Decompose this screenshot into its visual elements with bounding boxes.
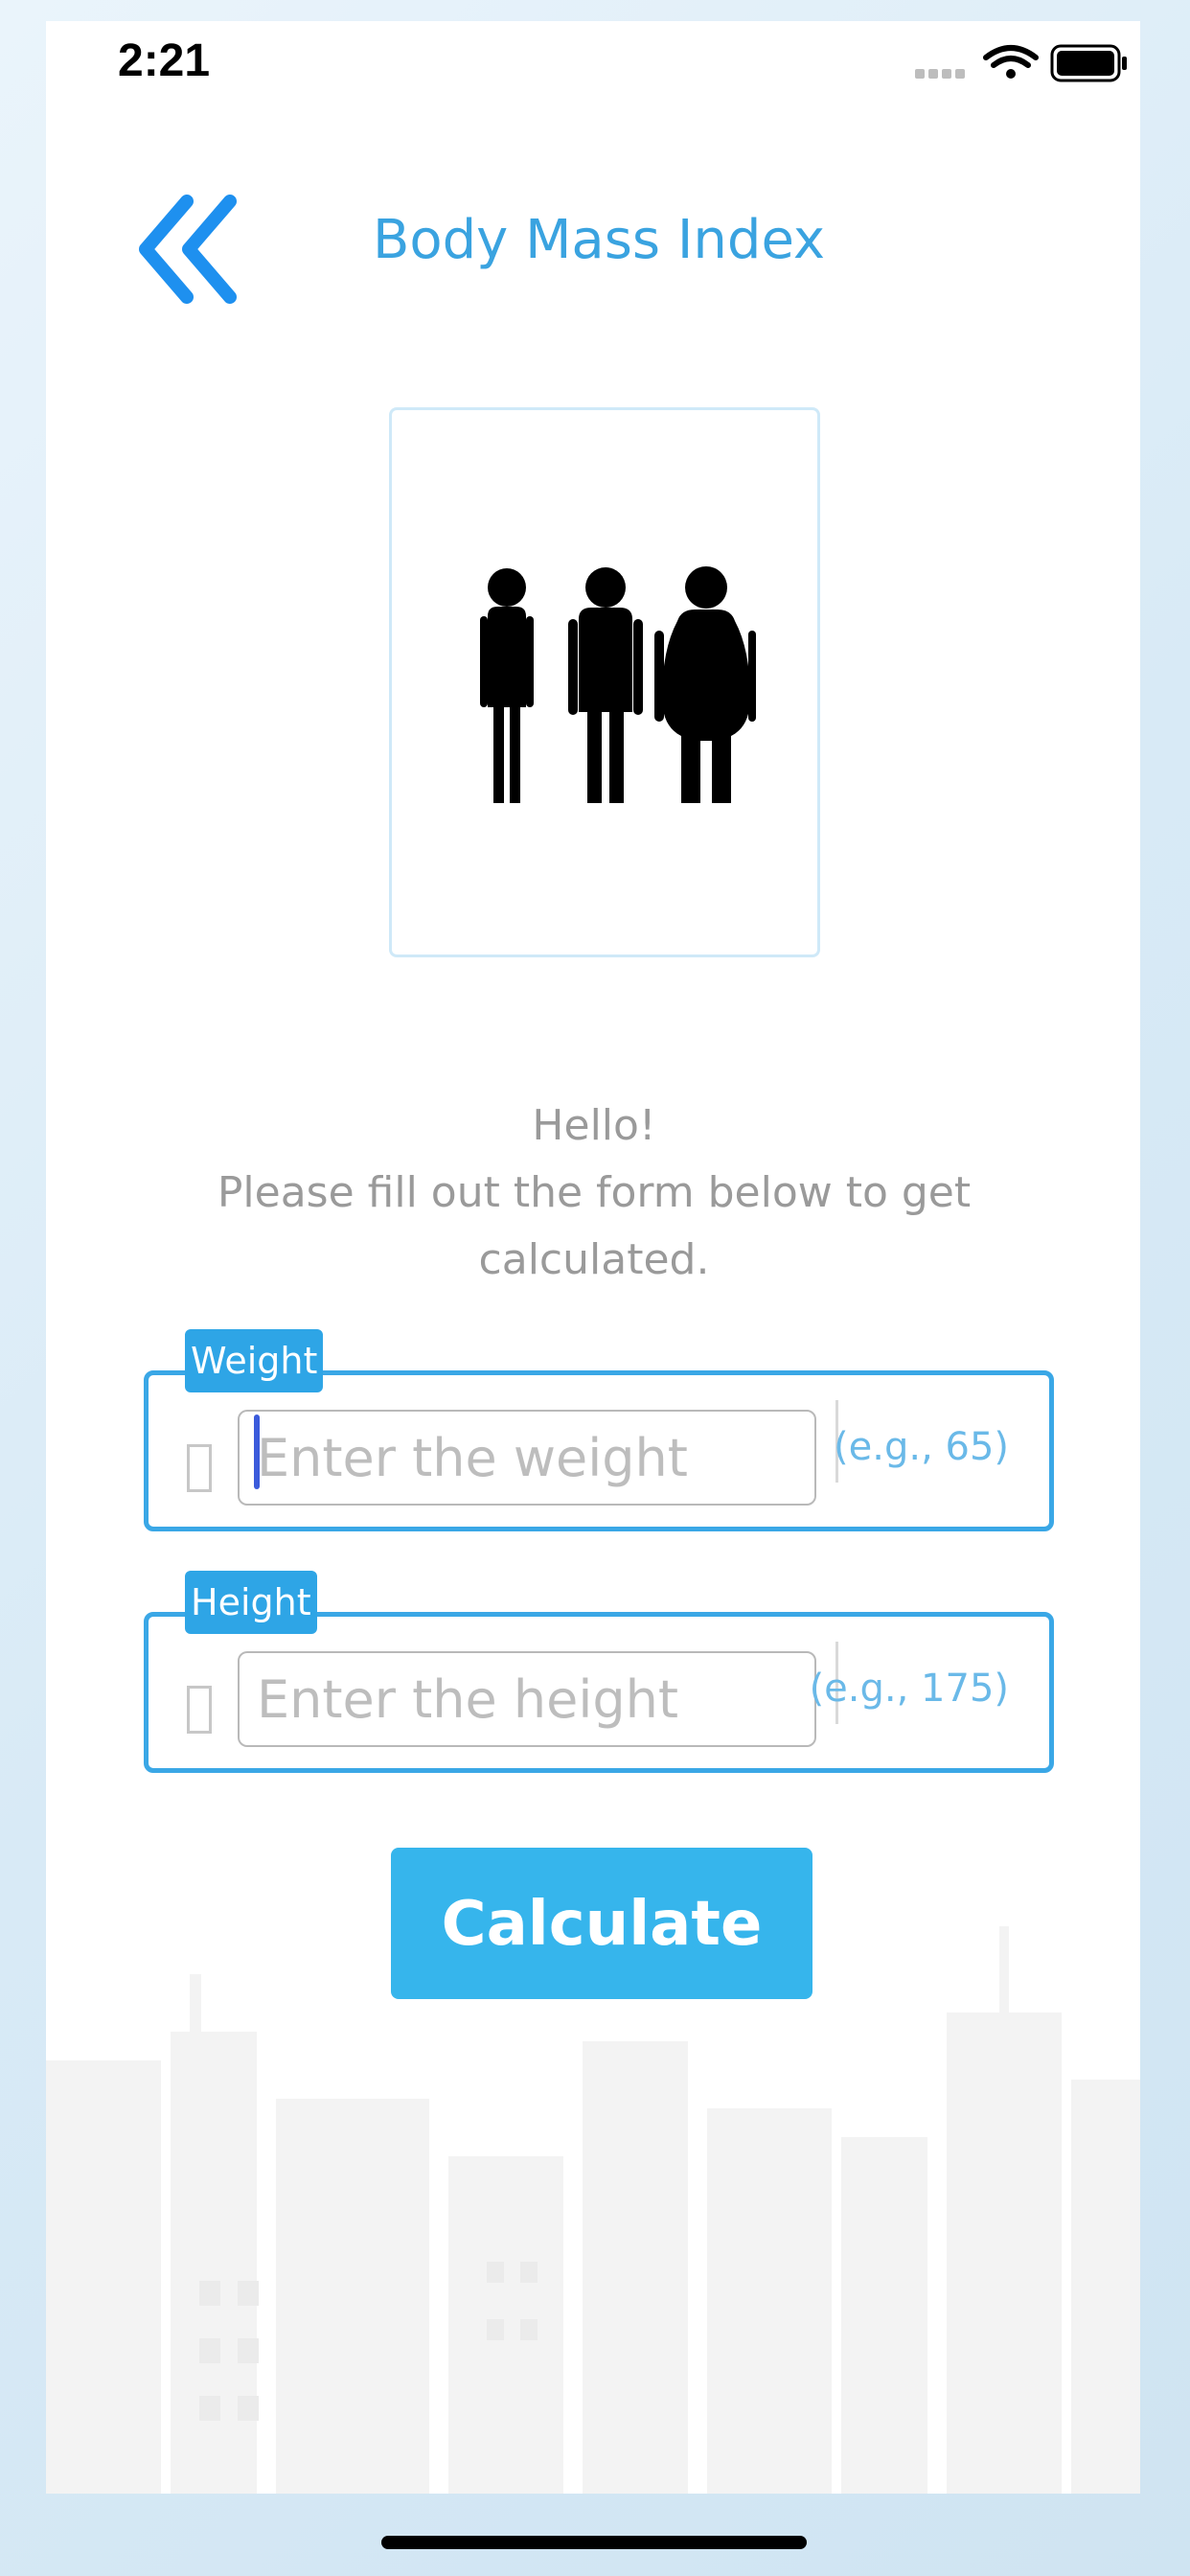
height-field: Height (e.g., 175) <box>144 1571 1054 1773</box>
height-input[interactable] <box>238 1651 816 1747</box>
people-icon <box>480 566 756 803</box>
height-field-icon <box>187 1686 212 1734</box>
weight-input[interactable] <box>238 1410 816 1506</box>
greeting-instructions: Please fill out the form below to get ca… <box>217 1168 972 1284</box>
wifi-icon <box>983 45 1039 79</box>
height-label: Height <box>185 1571 317 1634</box>
text-cursor <box>254 1414 260 1489</box>
weight-field-icon <box>187 1444 212 1492</box>
greeting-text: Hello! Please fill out the form below to… <box>115 1092 1073 1294</box>
status-time: 2:21 <box>118 35 211 86</box>
height-hint: (e.g., 175) <box>809 1667 1009 1711</box>
weight-hint: (e.g., 65) <box>834 1425 1009 1469</box>
skyline-background <box>46 1926 1140 2494</box>
hero-image <box>389 407 820 957</box>
status-icons <box>915 44 1127 82</box>
back-chevron-icon <box>139 195 237 304</box>
signal-icon <box>915 69 965 79</box>
back-button[interactable] <box>134 192 249 307</box>
battery-icon <box>1050 44 1127 82</box>
greeting-hello: Hello! <box>532 1101 656 1150</box>
page-title: Body Mass Index <box>372 209 826 271</box>
weight-field: Weight (e.g., 65) <box>144 1329 1054 1531</box>
weight-label: Weight <box>185 1329 324 1392</box>
home-indicator <box>381 2536 807 2549</box>
